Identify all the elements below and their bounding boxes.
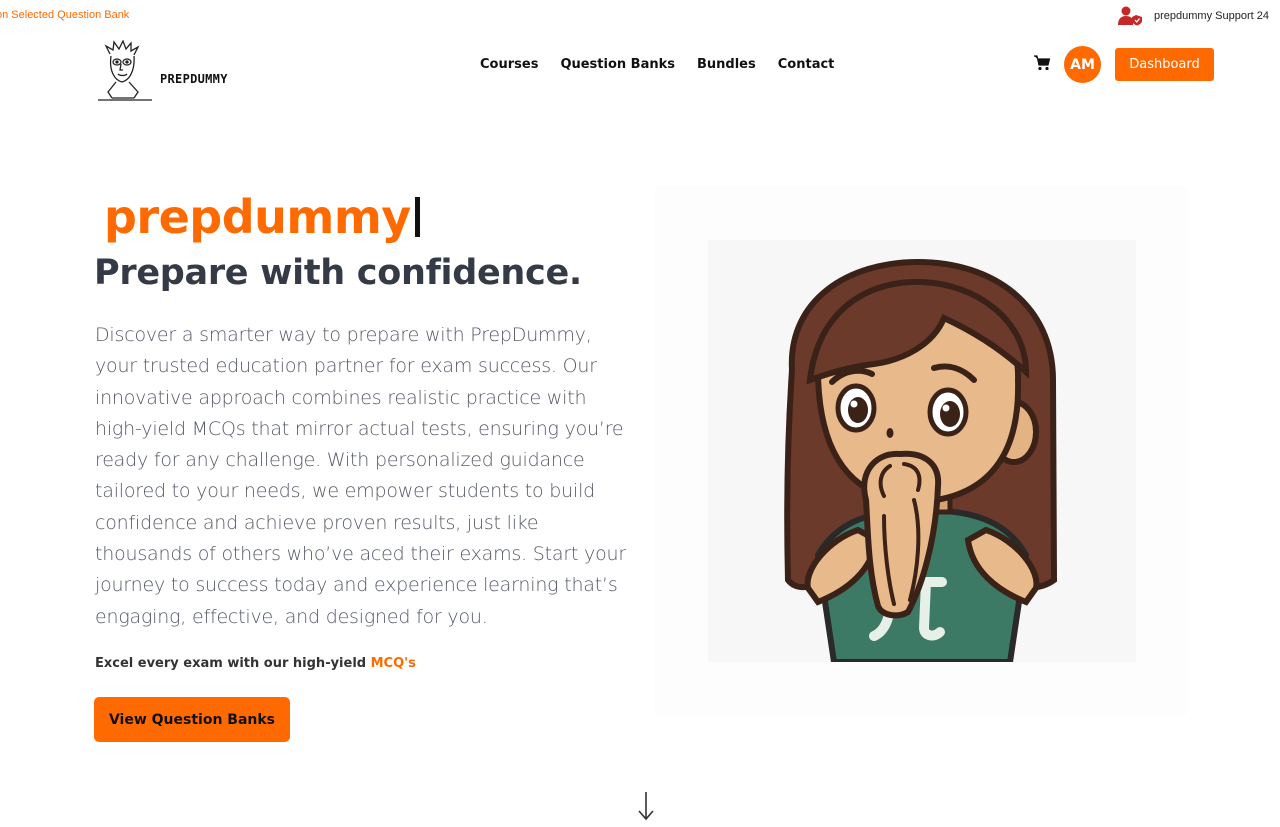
logo-text: PREPDUMMY — [160, 72, 228, 86]
logo-mascot-icon — [98, 40, 152, 101]
brand-typing-heading: prepdummy — [104, 190, 420, 244]
cart-icon[interactable] — [1033, 54, 1051, 72]
nav-item-contact[interactable]: Contact — [778, 57, 835, 72]
top-bar: on Selected Question Bank prepdummy Supp… — [0, 0, 1280, 32]
support-label: prepdummy Support 24 — [1154, 10, 1269, 22]
brand-text: prepdummy — [104, 190, 411, 244]
arrow-down-icon[interactable] — [636, 790, 656, 822]
nav-item-bundles[interactable]: Bundles — [697, 57, 756, 72]
excel-tagline-text: Excel every exam with our high-yield — [95, 656, 371, 671]
hero-illustration — [708, 240, 1136, 662]
excel-tagline-accent: MCQ's — [370, 656, 416, 671]
nav-menu: Courses Question Banks Bundles Contact — [480, 57, 834, 72]
excel-tagline: Excel every exam with our high-yield MCQ… — [95, 656, 416, 671]
hero-description: Discover a smarter way to prepare with P… — [95, 324, 626, 628]
user-shield-icon — [1118, 6, 1144, 26]
nav-item-courses[interactable]: Courses — [480, 57, 538, 72]
hero-headline: Prepare with confidence. — [94, 253, 582, 293]
promo-ticker[interactable]: on Selected Question Bank — [0, 9, 129, 21]
logo[interactable]: PREPDUMMY — [98, 40, 228, 102]
nav-item-question-banks[interactable]: Question Banks — [560, 57, 675, 72]
dashboard-button[interactable]: Dashboard — [1115, 48, 1214, 81]
main-nav: PREPDUMMY Courses Question Banks Bundles… — [0, 32, 1280, 101]
support-contact[interactable]: prepdummy Support 24 — [1118, 6, 1269, 26]
typing-caret — [414, 197, 420, 237]
user-avatar[interactable]: AM — [1064, 46, 1101, 83]
view-question-banks-button[interactable]: View Question Banks — [94, 697, 290, 742]
